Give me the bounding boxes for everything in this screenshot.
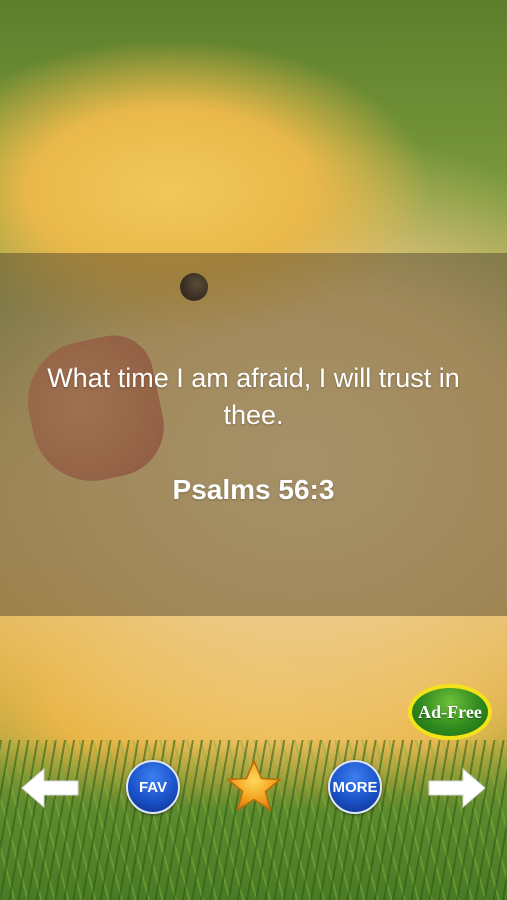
more-button[interactable]: MORE [328,760,382,814]
fav-button[interactable]: FAV [126,760,180,814]
left-arrow-icon [21,767,79,809]
verse-panel [0,253,507,616]
favorite-star-button[interactable] [224,758,284,816]
app-screen: What time I am afraid, I will trust in t… [0,0,507,900]
next-button[interactable] [425,766,487,810]
previous-button[interactable] [20,766,82,810]
verse-reference: Psalms 56:3 [172,474,335,505]
right-arrow-icon [428,767,486,809]
star-icon [227,760,281,811]
bottom-toolbar: FAV MORE [0,758,507,818]
verse-text: What time I am afraid, I will trust in t… [47,363,460,430]
ad-free-button[interactable]: Ad-Free [408,684,492,740]
